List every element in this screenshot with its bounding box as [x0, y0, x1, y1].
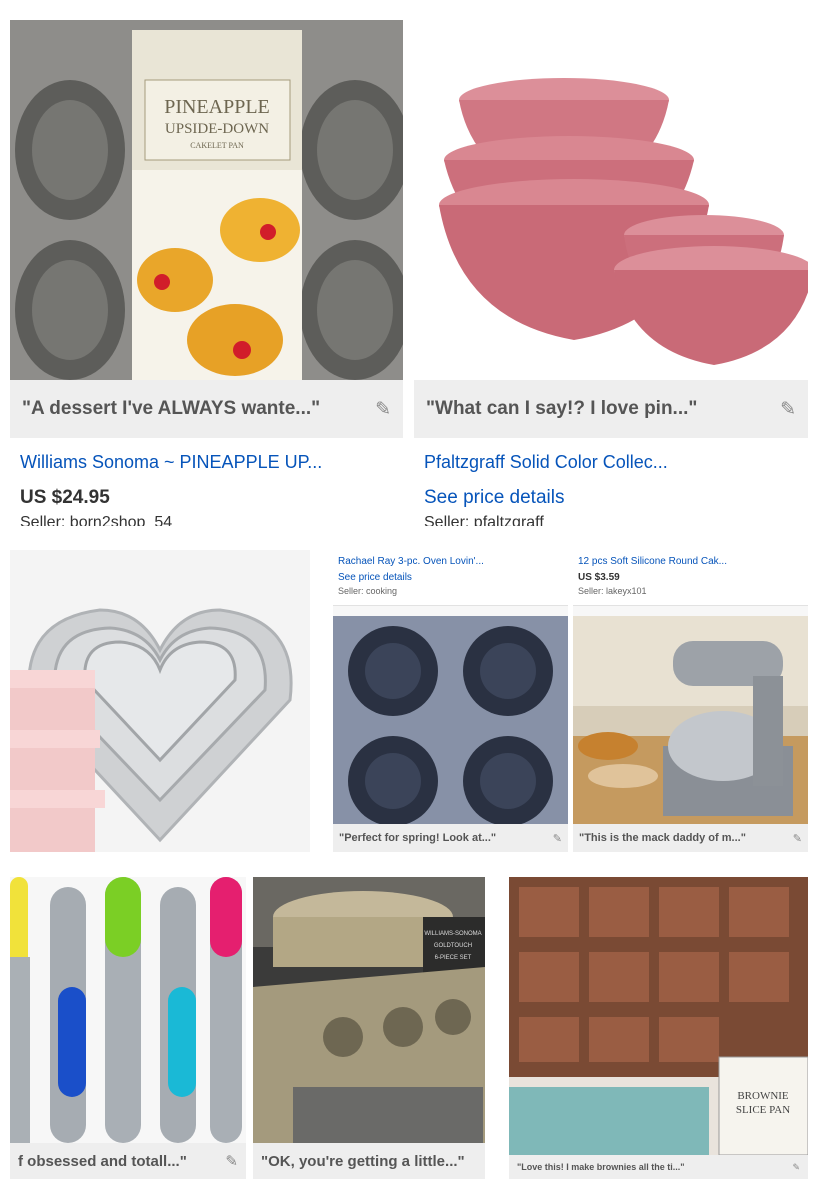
pin-card-pink-bowls[interactable]: "What can I say!? I love pin..." ✎ Pfalt…: [414, 20, 808, 526]
pencil-icon[interactable]: ✎: [225, 1152, 238, 1170]
pencil-icon[interactable]: ✎: [792, 1162, 800, 1173]
product-title-link[interactable]: Williams Sonoma ~ PINEAPPLE UP...: [20, 452, 393, 482]
see-price-details-link[interactable]: See price details: [338, 570, 563, 586]
pin-card-goldtouch-set[interactable]: WILLIAMS-SONOMA GOLDTOUCH 6-PIECE SET "O…: [253, 877, 485, 1179]
pin-caption: "This is the mack daddy of m..." ✎: [573, 824, 808, 852]
pin-caption: "A dessert I've ALWAYS wante..." ✎: [10, 380, 403, 438]
pin-card-pineapple[interactable]: PINEAPPLE UPSIDE-DOWN CAKELET PAN "A des…: [10, 20, 403, 526]
pin-image-pineapple-pan[interactable]: PINEAPPLE UPSIDE-DOWN CAKELET PAN: [10, 20, 403, 380]
product-info: Williams Sonoma ~ PINEAPPLE UP... US $24…: [10, 438, 403, 526]
pin-image-rose-pan[interactable]: [333, 616, 568, 824]
product-title-link[interactable]: 12 pcs Soft Silicone Round Cak...: [578, 554, 803, 570]
pin-image-spatulas[interactable]: [10, 877, 246, 1143]
pencil-icon[interactable]: ✎: [375, 398, 391, 421]
pin-image-goldtouch-set[interactable]: WILLIAMS-SONOMA GOLDTOUCH 6-PIECE SET: [253, 877, 485, 1143]
pin-comment: "Perfect for spring! Look at...": [339, 832, 497, 844]
pin-caption: "OK, you're getting a little...": [253, 1143, 485, 1179]
box-label-line2: UPSIDE-DOWN: [165, 121, 269, 137]
product-info: Rachael Ray 3-pc. Oven Lovin'... See pri…: [333, 550, 568, 606]
product-title-link[interactable]: Rachael Ray 3-pc. Oven Lovin'...: [338, 554, 563, 570]
pin-image-stand-mixer[interactable]: [573, 616, 808, 824]
pin-comment: "What can I say!? I love pin...": [426, 398, 698, 419]
box-label-set: 6-PIECE SET: [435, 955, 472, 961]
pin-caption: "Love this! I make brownies all the ti..…: [509, 1155, 808, 1179]
pin-image-brownie-pan[interactable]: BROWNIE SLICE PAN: [509, 877, 808, 1155]
box-label-line1: PINEAPPLE: [164, 96, 270, 118]
box-label-line3: CAKELET PAN: [190, 141, 244, 150]
pin-caption: "What can I say!? I love pin..." ✎: [414, 380, 808, 438]
box-label-line2: SLICE PAN: [736, 1104, 790, 1116]
see-price-details-link[interactable]: See price details: [424, 482, 798, 514]
product-title-link[interactable]: Pfaltzgraff Solid Color Collec...: [424, 452, 798, 482]
pin-comment: "OK, you're getting a little...": [261, 1152, 465, 1170]
pencil-icon[interactable]: ✎: [793, 832, 802, 845]
pencil-icon[interactable]: ✎: [553, 832, 562, 845]
pin-card-stand-mixer[interactable]: 12 pcs Soft Silicone Round Cak... US $3.…: [573, 550, 808, 852]
pin-image-pink-bowls[interactable]: [414, 20, 808, 380]
product-price: US $3.59: [578, 572, 620, 583]
seller-label: Seller: cooking: [338, 586, 398, 596]
pin-comment: "Love this! I make brownies all the ti..…: [517, 1162, 685, 1172]
box-label-line: GOLDTOUCH: [434, 943, 472, 949]
pin-image-heart-pans[interactable]: [10, 550, 310, 852]
pin-card-brownie-pan[interactable]: BROWNIE SLICE PAN "Love this! I make bro…: [509, 877, 808, 1179]
seller-label: Seller: lakeyx101: [578, 586, 647, 596]
product-info: 12 pcs Soft Silicone Round Cak... US $3.…: [573, 550, 808, 606]
seller-label: Seller: pfaltzgraff: [424, 514, 544, 526]
box-label-line1: BROWNIE: [737, 1090, 789, 1102]
pin-caption: f obsessed and totall..." ✎: [10, 1143, 246, 1179]
product-info: Pfaltzgraff Solid Color Collec... See pr…: [414, 438, 808, 526]
pin-comment: "This is the mack daddy of m...": [579, 832, 746, 844]
pin-card-rose-pan[interactable]: Rachael Ray 3-pc. Oven Lovin'... See pri…: [333, 550, 568, 852]
seller-label: Seller: born2shop_54: [20, 514, 173, 526]
product-price: US $24.95: [20, 487, 110, 508]
pin-comment: "A dessert I've ALWAYS wante...": [22, 398, 321, 419]
pin-card-heart-pans[interactable]: [10, 550, 310, 852]
pin-card-spatulas[interactable]: f obsessed and totall..." ✎: [10, 877, 246, 1179]
pin-caption: "Perfect for spring! Look at..." ✎: [333, 824, 568, 852]
pin-comment: f obsessed and totall...": [18, 1152, 187, 1170]
box-label-brand: WILLIAMS-SONOMA: [424, 931, 481, 937]
pencil-icon[interactable]: ✎: [780, 398, 796, 421]
